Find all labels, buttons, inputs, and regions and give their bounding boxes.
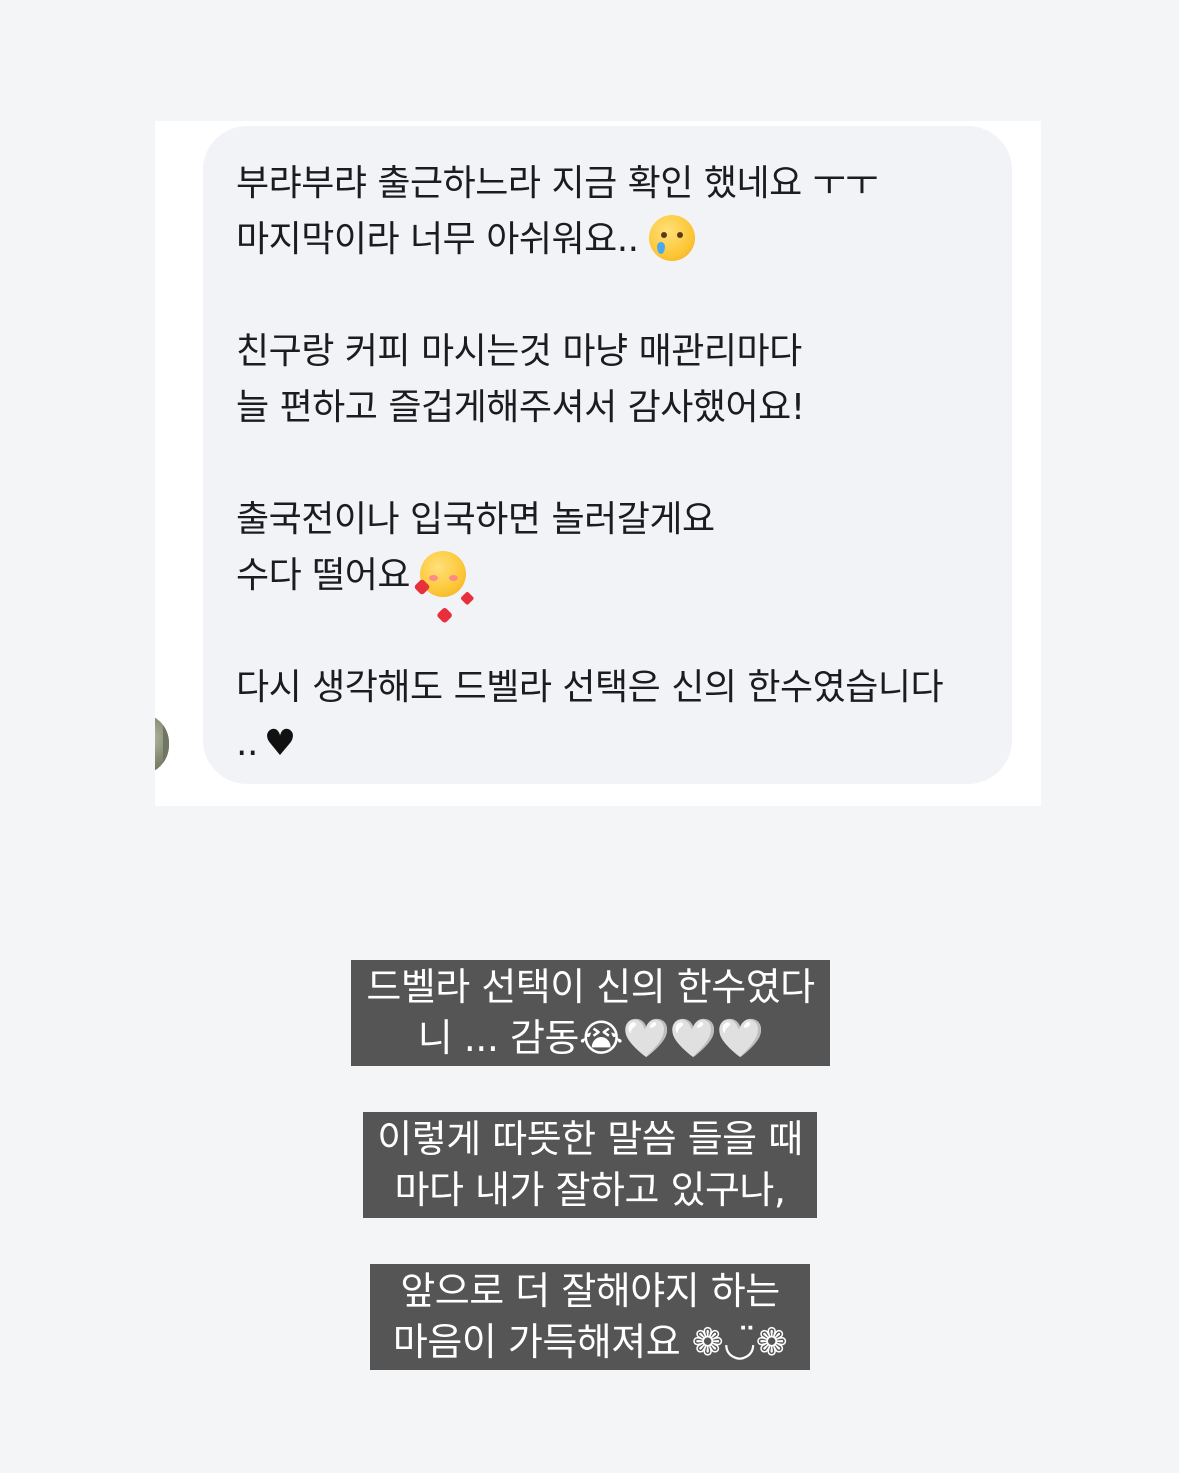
message-line: 늘 편하고 즐겁게해주셔서 감사했어요! xyxy=(236,387,805,428)
sender-avatar[interactable] xyxy=(155,713,169,775)
message-bubble: 부랴부랴 출근하느라 지금 확인 했네요 ㅜㅜ 마지막이라 너무 아쉬워요.. … xyxy=(203,126,1012,784)
caption-box: 앞으로 더 잘해야지 하는 마음이 가득해져요 ❁◡̈❁ xyxy=(370,1264,810,1370)
message-line: 부랴부랴 출근하느라 지금 확인 했네요 ㅜㅜ xyxy=(236,163,878,204)
message-line: 친구랑 커피 마시는것 마냥 매관리마다 xyxy=(236,331,802,372)
caption-line: 마음이 가득해져요 ❁◡̈❁ xyxy=(392,1320,788,1364)
caption-line: 이렇게 따뜻한 말씀 들을 때 xyxy=(377,1117,803,1161)
smiling-face-with-hearts-emoji-icon xyxy=(420,551,467,597)
message-paragraph: 부랴부랴 출근하느라 지금 확인 했네요 ㅜㅜ 마지막이라 너무 아쉬워요.. xyxy=(236,156,982,268)
message-line: 수다 떨어요 xyxy=(236,548,982,604)
caption-line: 앞으로 더 잘해야지 하는 xyxy=(400,1269,780,1313)
message-paragraph: 다시 생각해도 드벨라 선택은 신의 한수였습니다 .. ♥ xyxy=(236,660,982,772)
caption-line: 드벨라 선택이 신의 한수였다 xyxy=(366,965,815,1009)
message-line: 출국전이나 입국하면 놀러갈게요 xyxy=(236,499,715,540)
black-heart-icon: ♥ xyxy=(263,723,296,764)
crying-face-emoji-icon xyxy=(648,215,695,261)
message-line: .. ♥ xyxy=(236,723,296,764)
message-paragraph: 친구랑 커피 마시는것 마냥 매관리마다 늘 편하고 즐겁게해주셔서 감사했어요… xyxy=(236,324,982,436)
message-line: 다시 생각해도 드벨라 선택은 신의 한수였습니다 xyxy=(236,667,944,708)
message-paragraph: 출국전이나 입국하면 놀러갈게요 수다 떨어요 xyxy=(236,492,982,604)
caption-box: 이렇게 따뜻한 말씀 들을 때 마다 내가 잘하고 있구나, xyxy=(363,1112,817,1218)
caption-line: 니 ... 감동😭🤍🤍🤍 xyxy=(417,1016,764,1060)
caption-box: 드벨라 선택이 신의 한수였다 니 ... 감동😭🤍🤍🤍 xyxy=(351,960,830,1066)
message-line: 마지막이라 너무 아쉬워요.. xyxy=(236,212,982,268)
avatar-edge xyxy=(163,713,169,775)
caption-line: 마다 내가 잘하고 있구나, xyxy=(394,1168,786,1212)
chat-screenshot-card: 부랴부랴 출근하느라 지금 확인 했네요 ㅜㅜ 마지막이라 너무 아쉬워요.. … xyxy=(155,121,1041,806)
